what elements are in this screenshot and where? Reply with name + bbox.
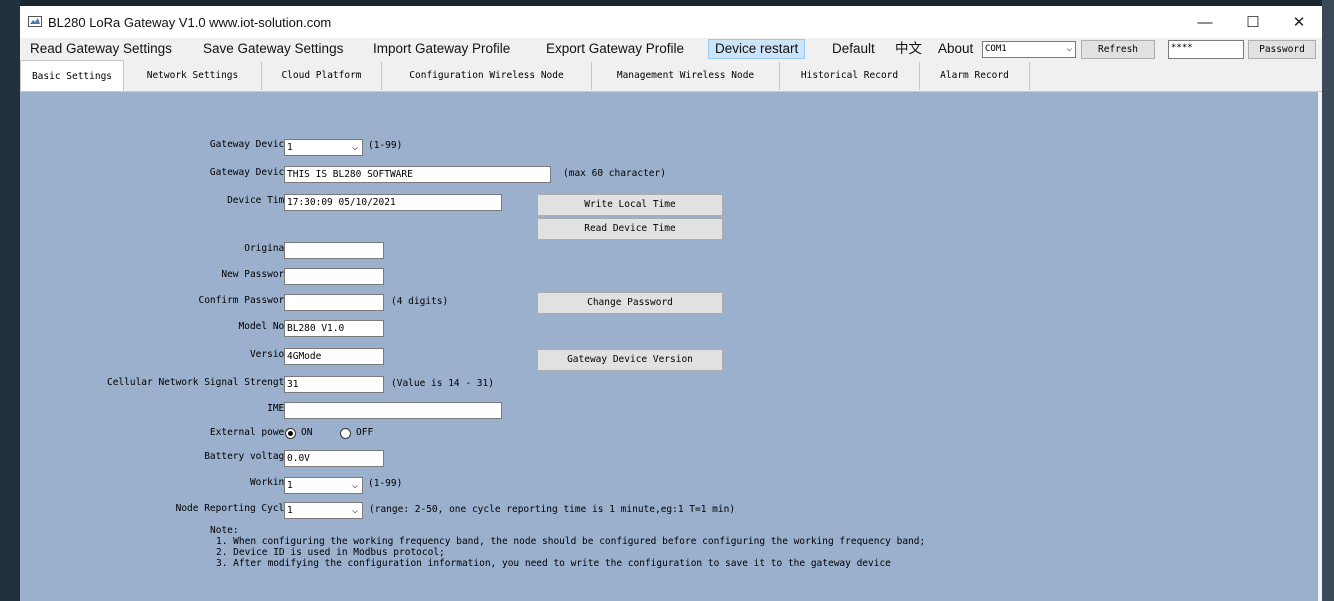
menu-import-gateway-profile[interactable]: Import Gateway Profile xyxy=(373,40,510,58)
maximize-icon: ☐ xyxy=(1246,14,1260,31)
external-power-off-label: OFF xyxy=(356,427,374,438)
chevron-down-icon: ⌵ xyxy=(351,480,358,491)
gateway-device-id-value: 1 xyxy=(287,142,293,153)
working-select[interactable]: 1 ⌵ xyxy=(284,477,363,494)
menu-export-gateway-profile[interactable]: Export Gateway Profile xyxy=(546,40,684,58)
password-button[interactable]: Password xyxy=(1248,40,1316,59)
model-no-input[interactable]: BL280 V1.0 xyxy=(284,320,384,337)
signal-strength-input[interactable]: 31 xyxy=(284,376,384,393)
window-title: BL280 LoRa Gateway V1.0 www.iot-solution… xyxy=(48,15,332,30)
external-power-label: External power xyxy=(209,427,290,438)
note-line-1: 1. When configuring the working frequenc… xyxy=(216,536,926,547)
signal-strength-hint: (Value is 14 - 31) xyxy=(391,378,494,389)
version-value: 4GMode xyxy=(287,351,322,362)
menu-default[interactable]: Default xyxy=(832,40,875,58)
device-time-label: Device Time xyxy=(227,195,290,206)
chevron-down-icon: ⌵ xyxy=(1066,44,1072,54)
title-bar: BL280 LoRa Gateway V1.0 www.iot-solution… xyxy=(20,6,1322,38)
menu-device-restart[interactable]: Device restart xyxy=(708,39,806,59)
minimize-icon: — xyxy=(1197,13,1213,31)
write-local-time-button[interactable]: Write Local Time xyxy=(537,194,723,216)
close-button[interactable]: ✕ xyxy=(1276,6,1322,38)
tab-configuration-wireless-node[interactable]: Configuration Wireless Node xyxy=(382,62,592,90)
tab-historical-record[interactable]: Historical Record xyxy=(780,62,920,90)
tab-network-settings[interactable]: Network Settings xyxy=(124,62,262,90)
original-password-label: Original xyxy=(244,243,290,254)
external-power-off-radio[interactable] xyxy=(340,428,351,439)
signal-strength-value: 31 xyxy=(287,379,299,390)
chevron-down-icon: ⌵ xyxy=(351,142,358,153)
app-icon xyxy=(28,16,42,27)
maximize-button[interactable]: ☐ xyxy=(1230,6,1276,38)
note-line-2: 2. Device ID is used in Modbus protocol; xyxy=(216,547,445,558)
model-no-label: Model No. xyxy=(238,321,290,332)
menu-about[interactable]: About xyxy=(938,40,973,58)
menu-read-gateway-settings[interactable]: Read Gateway Settings xyxy=(30,40,172,58)
minimize-button[interactable]: — xyxy=(1182,6,1228,38)
node-reporting-cycle-select[interactable]: 1 ⌵ xyxy=(284,502,363,519)
model-no-value: BL280 V1.0 xyxy=(287,323,345,334)
chevron-down-icon: ⌵ xyxy=(351,505,358,516)
password-input-value: **** xyxy=(1171,43,1193,53)
device-time-input[interactable]: 17:30:09 05/10/2021 xyxy=(284,194,502,211)
com-port-value: COM1 xyxy=(985,44,1007,54)
confirm-password-input[interactable] xyxy=(284,294,384,311)
confirm-password-hint: (4 digits) xyxy=(391,296,449,307)
notes-title: Note: xyxy=(210,525,239,536)
original-password-input[interactable] xyxy=(284,242,384,259)
gateway-device-version-button[interactable]: Gateway Device Version xyxy=(537,349,723,371)
gateway-device-name-value: THIS IS BL280 SOFTWARE xyxy=(287,169,413,180)
working-hint: (1-99) xyxy=(368,478,403,489)
gateway-device-name-hint: (max 60 character) xyxy=(563,168,666,179)
signal-strength-label: Cellular Network Signal Strength xyxy=(106,377,290,388)
desktop-background-left xyxy=(0,0,20,601)
gateway-device-name-label: Gateway Device xyxy=(209,167,290,178)
tab-bar: Basic Settings Network Settings Cloud Pl… xyxy=(20,60,1322,92)
tab-alarm-record[interactable]: Alarm Record xyxy=(920,62,1030,90)
basic-settings-panel: Gateway Device 1 ⌵ (1-99) Gateway Device… xyxy=(20,92,1318,601)
tab-basic-settings[interactable]: Basic Settings xyxy=(20,60,124,91)
gateway-device-id-hint: (1-99) xyxy=(368,140,403,151)
node-reporting-cycle-hint: (range: 2-50, one cycle reporting time i… xyxy=(369,504,736,515)
node-reporting-cycle-value: 1 xyxy=(287,505,293,516)
tab-management-wireless-node[interactable]: Management Wireless Node xyxy=(592,62,780,90)
gateway-device-id-label: Gateway Device xyxy=(209,139,290,150)
note-line-3: 3. After modifying the configuration inf… xyxy=(216,558,891,569)
imei-label: IMEI xyxy=(267,403,290,414)
external-power-on-radio[interactable] xyxy=(285,428,296,439)
desktop-background-right xyxy=(1322,0,1334,601)
read-device-time-button[interactable]: Read Device Time xyxy=(537,218,723,240)
change-password-button[interactable]: Change Password xyxy=(537,292,723,314)
tab-cloud-platform[interactable]: Cloud Platform xyxy=(262,62,382,90)
version-input[interactable]: 4GMode xyxy=(284,348,384,365)
device-time-value: 17:30:09 05/10/2021 xyxy=(287,197,396,208)
new-password-input[interactable] xyxy=(284,268,384,285)
com-port-select[interactable]: COM1 ⌵ xyxy=(982,41,1076,58)
external-power-on-label: ON xyxy=(301,427,313,438)
menu-save-gateway-settings[interactable]: Save Gateway Settings xyxy=(203,40,343,58)
menu-chinese[interactable]: 中文 xyxy=(895,40,922,58)
refresh-button[interactable]: Refresh xyxy=(1081,40,1155,59)
battery-voltage-label: Battery voltage xyxy=(204,451,290,462)
app-window: BL280 LoRa Gateway V1.0 www.iot-solution… xyxy=(20,6,1322,601)
version-label: Version xyxy=(249,349,290,360)
new-password-label: New Password xyxy=(221,269,290,280)
imei-input[interactable] xyxy=(284,402,502,419)
password-input[interactable]: **** xyxy=(1168,40,1244,59)
gateway-device-id-select[interactable]: 1 ⌵ xyxy=(284,139,363,156)
battery-voltage-value: 0.0V xyxy=(287,453,310,464)
working-value: 1 xyxy=(287,480,293,491)
gateway-device-name-input[interactable]: THIS IS BL280 SOFTWARE xyxy=(284,166,551,183)
node-reporting-cycle-label: Node Reporting Cycle xyxy=(175,503,290,514)
close-icon: ✕ xyxy=(1292,14,1306,31)
menu-bar: Read Gateway Settings Save Gateway Setti… xyxy=(20,38,1322,60)
working-label: Working xyxy=(249,477,290,488)
confirm-password-label: Confirm Password xyxy=(198,295,290,306)
battery-voltage-input[interactable]: 0.0V xyxy=(284,450,384,467)
